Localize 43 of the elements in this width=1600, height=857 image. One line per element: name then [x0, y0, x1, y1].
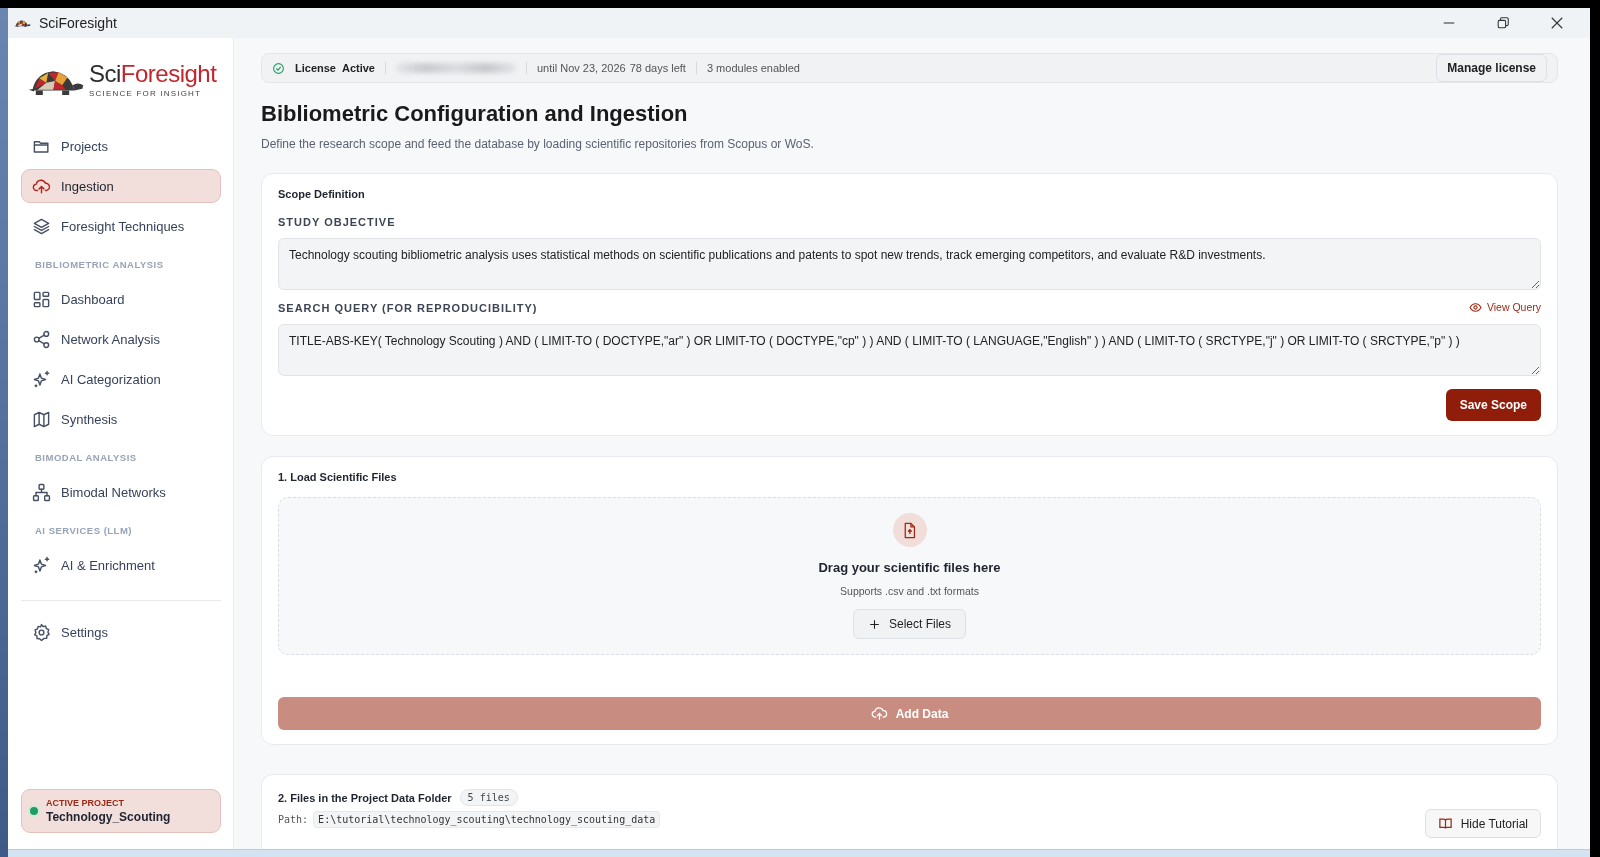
active-project-name: Technology_Scouting [46, 810, 171, 824]
file-count-badge: 5 files [459, 789, 518, 806]
nav-item[interactable]: Foresight Techniques [21, 209, 221, 243]
hide-tutorial-button[interactable]: Hide Tutorial [1424, 809, 1541, 838]
card-title: 2. Files in the Project Data Folder [278, 791, 452, 804]
field-label: STUDY OBJECTIVE [278, 216, 397, 228]
section-heading: AI SERVICES (LLM) [34, 524, 133, 538]
logo-tagline: SCIENCE FOR INSIGHT [89, 89, 203, 99]
field-label: SEARCH QUERY (FOR REPRODUCIBILITY) [278, 302, 538, 314]
nav-item[interactable]: Synthesis [21, 402, 221, 436]
days-left: 78 days left [629, 62, 686, 74]
nav-item[interactable]: Ingestion [21, 169, 221, 203]
section-heading: BIBLIOMETRIC ANALYSIS [34, 258, 165, 272]
logo-wordmark: SciForesight [89, 60, 217, 87]
page-title: Bibliometric Configuration and Ingestion [261, 101, 689, 127]
path-label: Path: [278, 814, 309, 825]
license-label: License [295, 62, 336, 74]
active-project-label: ACTIVE PROJECT [46, 798, 125, 808]
nav-item[interactable]: AI Categorization [21, 362, 221, 396]
select-files-button[interactable]: Select Files [853, 609, 966, 639]
drop-zone[interactable]: Drag your scientific files here Supports .csv and .txt formats Select Files [278, 497, 1541, 655]
license-expiry: until Nov 23, 2026 [537, 62, 626, 74]
view-query-link[interactable]: View Query [1468, 300, 1541, 314]
license-status: Active [341, 62, 375, 74]
nav-item[interactable]: Settings [21, 615, 221, 649]
card-title: Scope Definition [278, 188, 366, 200]
card-title: 1. Load Scientific Files [278, 471, 398, 483]
query-field[interactable]: TITLE-ABS-KEY( Technology Scouting ) AND ( LIMIT-TO ( DOCTYPE,"ar" ) OR LIMIT-TO ( DOCTYPE,"cp" ) ) AND ( LIMIT-TO ( LANGUAGE,"English" ) ) AND ( LIMIT-TO ( SRCTYPE,"j" ) OR LIMIT-TO ( SRCTYPE,"p" ) ) [278, 324, 1541, 376]
manage-license-button[interactable]: Manage license [1436, 54, 1547, 82]
page-subtitle: Define the research scope and feed the database by loading scientific repositories from Scopus or WoS. [261, 137, 815, 151]
window-title: SciForesight [39, 15, 117, 31]
objective-field[interactable]: Technology scouting bibliometric analysis uses statistical methods on scientific publications and patents to spot new trends, track emerging competitors, and evaluate R&D investments. [278, 238, 1541, 290]
nav-item[interactable]: Projects [21, 129, 221, 163]
nav-item[interactable]: Bimodal Networks [21, 475, 221, 509]
nav-item[interactable]: AI & Enrichment [21, 548, 221, 582]
drop-hint: Supports .csv and .txt formats [840, 585, 979, 597]
nav-item[interactable]: Network Analysis [21, 322, 221, 356]
section-heading: BIMODAL ANALYSIS [34, 451, 138, 465]
folder-path: E:\tutorial\technology_scouting\technology_scouting_data [313, 811, 661, 828]
nav-item[interactable]: Dashboard [21, 282, 221, 316]
modules-count: 3 modules enabled [706, 62, 800, 74]
save-scope-button[interactable]: Save Scope [1445, 389, 1541, 421]
drop-title: Drag your scientific files here [818, 560, 1001, 575]
